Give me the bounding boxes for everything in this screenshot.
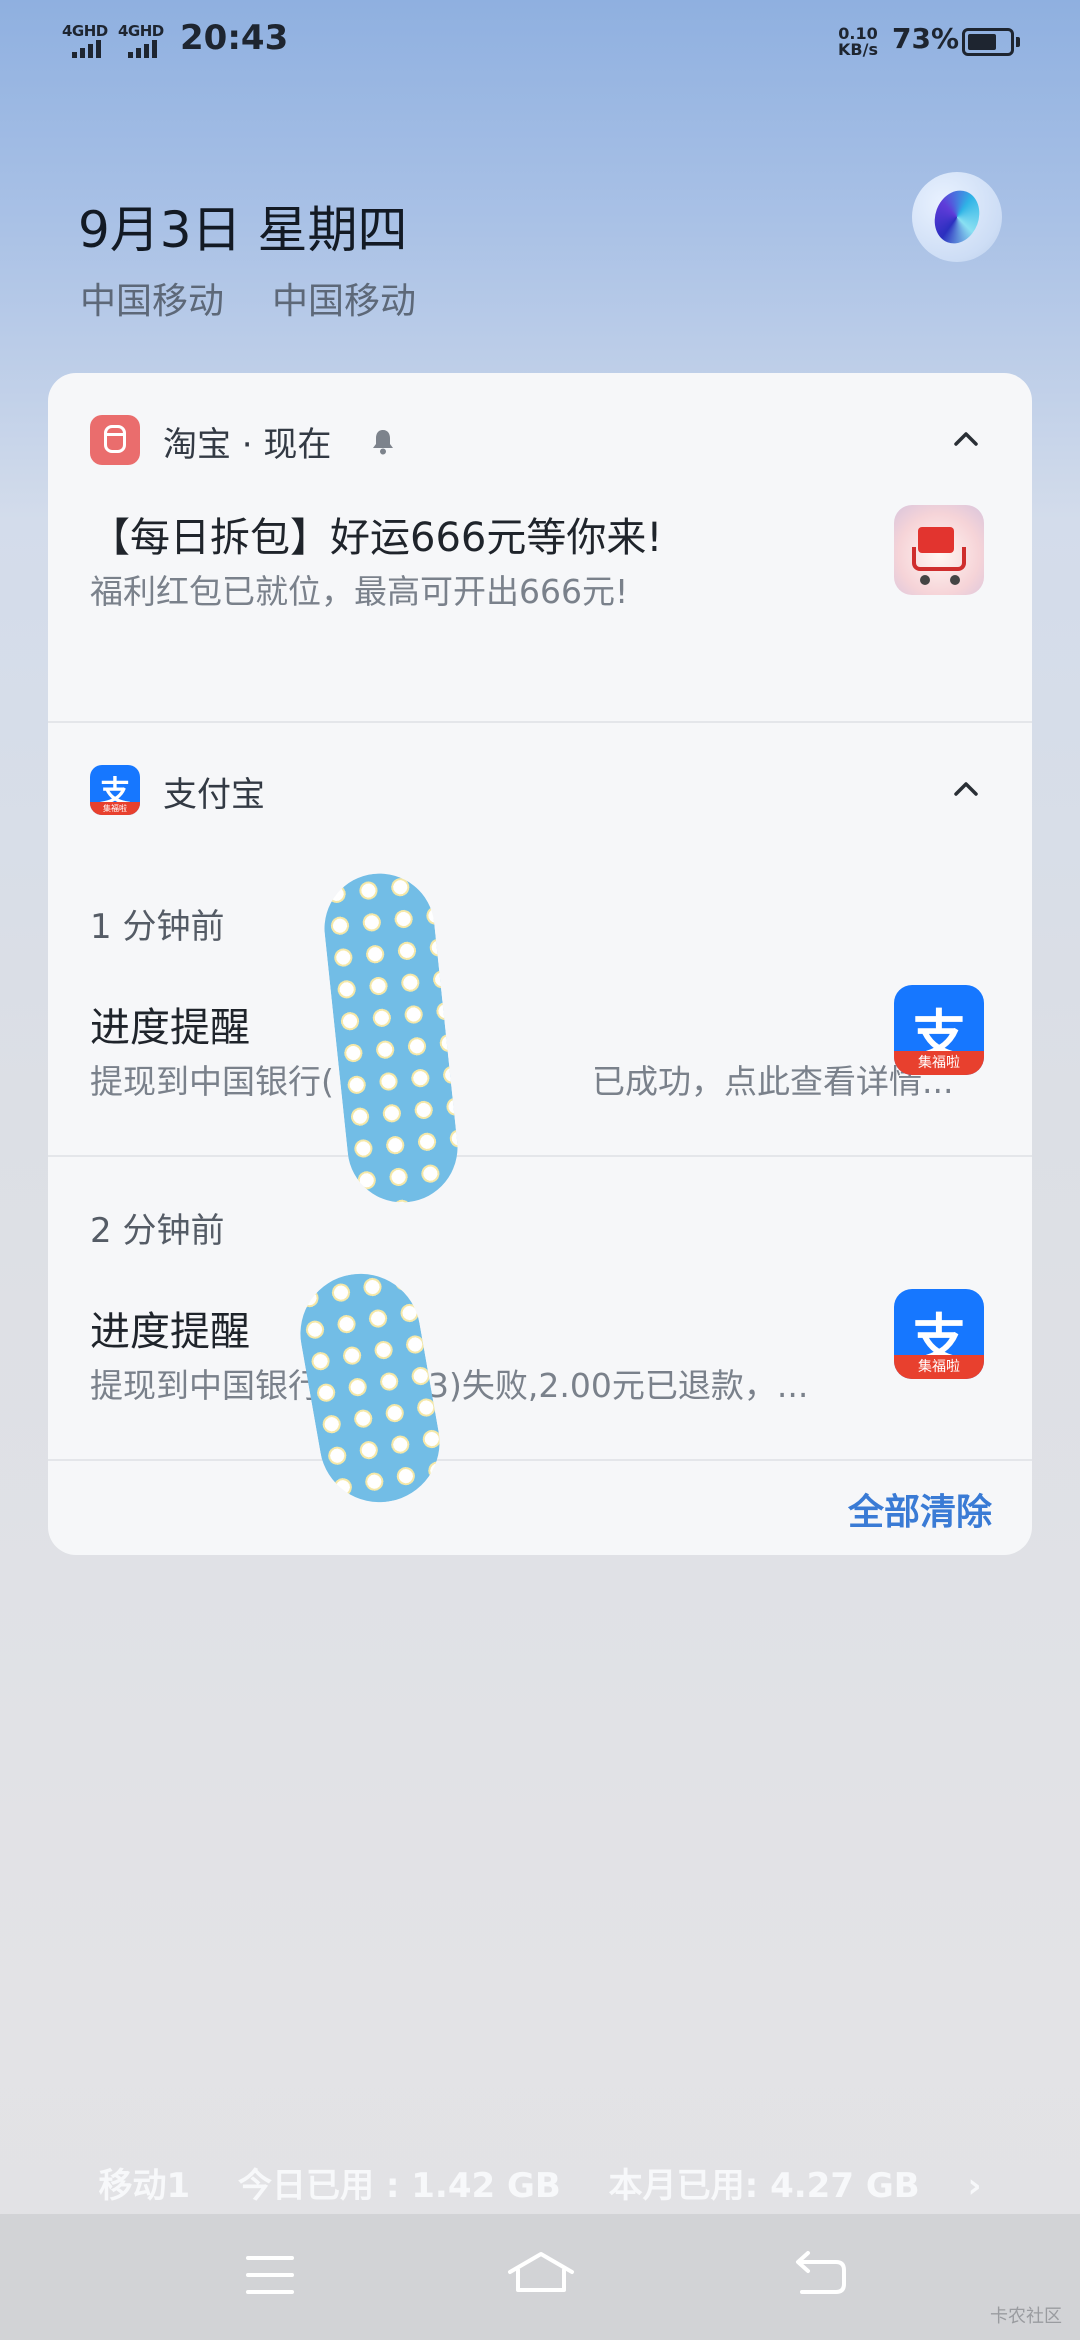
chevron-up-icon[interactable] xyxy=(948,421,984,457)
alipay-app-icon: 支 集福啦 xyxy=(90,765,140,815)
back-icon[interactable] xyxy=(790,2248,850,2302)
today-usage: 今日已用 : 1.42 GB xyxy=(238,2166,561,2206)
taobao-app-icon xyxy=(90,415,140,465)
battery-percent: 73% xyxy=(892,22,960,55)
notification-body[interactable]: 3)失败,2.00元已退款，... xyxy=(428,1359,808,1407)
status-bar: 4GHD 4GHD 20:43 0.10 KB/s 73% xyxy=(0,0,1080,80)
notification-body[interactable]: 提现到中国银行 xyxy=(90,1359,321,1407)
signal-icon: 4GHD xyxy=(62,22,114,58)
month-usage: 本月已用: 4.27 GB xyxy=(608,2166,920,2206)
menu-icon[interactable] xyxy=(240,2248,300,2302)
assistant-icon[interactable] xyxy=(912,172,1002,262)
divider xyxy=(48,1459,1032,1461)
network-speed: 0.10 KB/s xyxy=(838,26,878,58)
alipay-icon: 支 集福啦 xyxy=(894,985,984,1075)
notification-time: 2 分钟前 xyxy=(90,1211,225,1251)
notification-body[interactable]: 福利红包已就位，最高可开出666元! xyxy=(90,565,628,613)
home-icon[interactable] xyxy=(506,2248,576,2302)
sim-label: 移动1 xyxy=(98,2166,191,2206)
alipay-app-name: 支付宝 xyxy=(163,775,265,815)
alipay-icon: 支 集福啦 xyxy=(894,1289,984,1379)
bell-icon xyxy=(373,430,393,455)
battery-icon xyxy=(962,28,1020,56)
chevron-up-icon[interactable] xyxy=(948,771,984,807)
taobao-app-name: 淘宝 · 现在 xyxy=(163,425,332,465)
network-type-label: 4GHD xyxy=(62,22,108,40)
carrier-label: 中国移动 xyxy=(80,281,225,322)
date-label: 9月3日 星期四 xyxy=(78,201,408,259)
data-usage-bar[interactable]: 移动1 今日已用 : 1.42 GB 本月已用: 4.27 GB › xyxy=(0,2158,1080,2207)
divider xyxy=(48,1155,1032,1157)
redaction-sticker xyxy=(290,1264,450,1512)
notification-title[interactable]: 进度提醒 xyxy=(90,1299,250,1357)
notification-title[interactable]: 【每日拆包】好运666元等你来! xyxy=(90,505,662,563)
carrier-label: 中国移动 xyxy=(272,281,417,322)
signal-icon: 4GHD xyxy=(118,22,170,58)
watermark: 卡农社区 xyxy=(990,2306,1062,2327)
shopping-cart-icon xyxy=(894,505,984,595)
divider xyxy=(48,721,1032,723)
notification-body[interactable]: 提现到中国银行( xyxy=(90,1055,334,1103)
clear-all-button[interactable]: 全部清除 xyxy=(848,1483,992,1535)
clock: 20:43 xyxy=(180,18,289,58)
network-speed-unit: KB/s xyxy=(838,40,878,59)
notification-time: 1 分钟前 xyxy=(90,907,225,947)
navigation-bar xyxy=(0,2214,1080,2340)
jovi-orb-icon xyxy=(927,184,987,250)
notification-panel: 淘宝 · 现在 【每日拆包】好运666元等你来! 福利红包已就位，最高可开出66… xyxy=(48,373,1032,1555)
chevron-right-icon: › xyxy=(967,2166,982,2206)
notification-title[interactable]: 进度提醒 xyxy=(90,995,250,1053)
network-type-label: 4GHD xyxy=(118,22,164,40)
